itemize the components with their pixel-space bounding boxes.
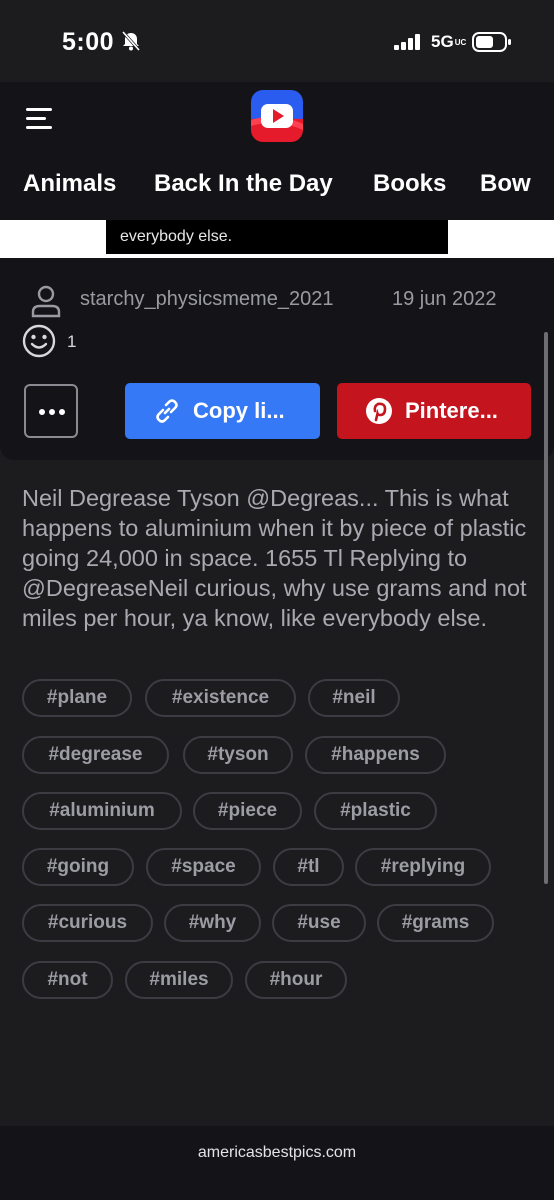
tag-chip[interactable]: #neil [308,679,400,717]
category-back-in-the-day[interactable]: Back In the Day [154,170,333,198]
more-dots-icon [39,409,65,415]
image-text: everybody else. [120,228,233,245]
tag-chip[interactable]: #plane [22,679,132,717]
category-books[interactable]: Books [373,170,446,198]
post-date: 19 jun 2022 [392,288,497,310]
more-options-button[interactable] [24,384,78,438]
tag-chip[interactable]: #aluminium [22,792,182,830]
tag-chip[interactable]: #replying [355,848,491,886]
post-info-card: starchy_physicsmeme_2021 19 jun 2022 1 C… [0,258,554,460]
site-url: americasbestpics.com [197,1144,357,1161]
status-bar: 5:00 5GUC [0,0,554,82]
pinterest-share-button[interactable]: Pintere... [337,383,531,439]
tag-chip[interactable]: #why [164,904,261,942]
author-name[interactable]: starchy_physicsmeme_2021 [80,288,333,311]
category-nav: Animals Back In the Day Books Bow [0,166,554,206]
scrollbar[interactable] [544,332,548,884]
copy-link-label: Copy li... [193,398,285,423]
bell-slash-icon [121,31,141,51]
tag-chip[interactable]: #space [146,848,261,886]
tag-chip[interactable]: #miles [125,961,233,999]
category-bow[interactable]: Bow [480,170,531,198]
smiley-icon[interactable] [22,324,56,358]
reaction-count: 1 [67,332,77,351]
tag-chip[interactable]: #tl [273,848,344,886]
network-suffix: UC [454,38,467,47]
tag-chip[interactable]: #tyson [183,736,293,774]
tag-chip[interactable]: #piece [193,792,302,830]
signal-icon [394,34,420,50]
tag-chip[interactable]: #not [22,961,113,999]
copy-link-button[interactable]: Copy li... [125,383,320,439]
browser-url-bar[interactable]: americasbestpics.com [0,1126,554,1200]
category-animals[interactable]: Animals [23,170,116,198]
image-content: everybody else. [106,220,448,254]
tag-chip[interactable]: #existence [145,679,296,717]
post-image[interactable]: everybody else. [0,220,554,258]
post-description: Neil Degrease Tyson @Degreas... This is … [22,485,527,631]
tag-chip[interactable]: #degrease [22,736,169,774]
tag-chip[interactable]: #happens [305,736,446,774]
tag-chip[interactable]: #going [22,848,134,886]
tag-chip[interactable]: #grams [377,904,494,942]
battery-icon [472,32,511,52]
pinterest-label: Pintere... [405,398,498,423]
tag-chip[interactable]: #curious [22,904,153,942]
site-header: Animals Back In the Day Books Bow [0,82,554,220]
menu-icon[interactable] [26,108,54,130]
tag-chip[interactable]: #plastic [314,792,437,830]
pinterest-icon [366,398,392,424]
tag-chip[interactable]: #hour [245,961,347,999]
app-logo-icon[interactable] [251,90,303,142]
status-time: 5:00 [62,28,115,56]
network-label: 5GUC [431,32,467,51]
user-icon [31,285,61,318]
tag-chip[interactable]: #use [272,904,366,942]
link-icon [156,399,178,423]
